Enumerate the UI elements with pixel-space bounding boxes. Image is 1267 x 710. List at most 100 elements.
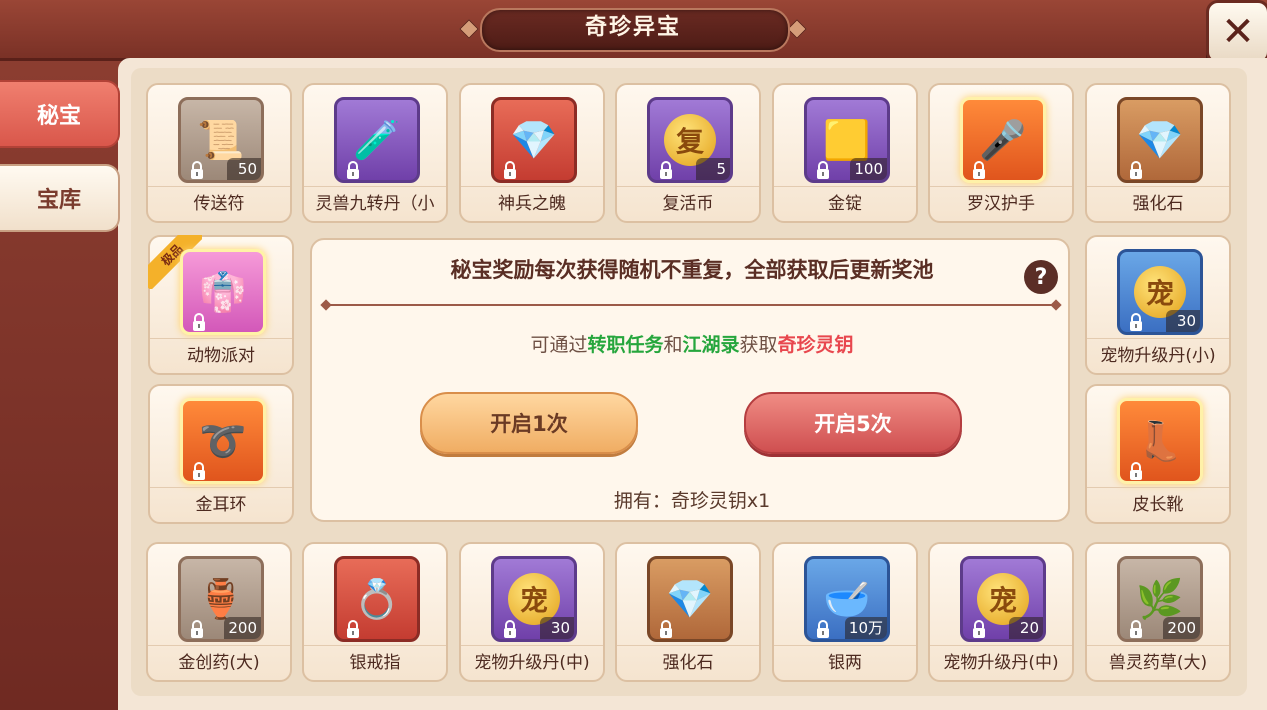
item-icon-frame: 💎 [1117,97,1203,183]
item-name: 罗汉护手 [930,186,1072,221]
tab-secret-treasure[interactable]: 秘宝 [0,80,120,148]
item-name: 金锭 [774,186,916,221]
item-icon-frame: 💎 [647,556,733,642]
reward-item[interactable]: 💍 银戒指 [302,542,448,682]
reward-item[interactable]: 宠 30 宠物升级丹(小) [1085,235,1231,375]
lock-icon [189,461,209,481]
help-icon[interactable]: ? [1024,260,1058,294]
item-icon-frame: 💎 [491,97,577,183]
item-name: 动物派对 [150,338,292,373]
item-name: 金创药(大) [148,645,290,680]
reward-item[interactable]: 📜 50 传送符 [146,83,292,223]
item-icon-frame: 宠 30 [1117,249,1203,335]
lock-icon [656,160,676,180]
earring-icon: ➰ [199,418,247,463]
item-count: 10万 [844,617,887,639]
enhance-stone-icon: 💎 [666,576,714,621]
reward-item[interactable]: 🟨 100 金锭 [772,83,918,223]
item-icon-frame: 👘 [180,249,266,335]
item-icon-frame: ➰ [180,398,266,484]
item-name: 宠物升级丹(中) [461,645,603,680]
item-icon-frame: 🧪 [334,97,420,183]
item-name: 宠物升级丹(中) [930,645,1072,680]
reward-item[interactable]: 💎 强化石 [1085,83,1231,223]
open-once-button[interactable]: 开启1次 [420,392,638,454]
item-name: 强化石 [1087,186,1229,221]
costume-icon: 👘 [199,269,247,314]
source-and: 和 [663,334,683,356]
crystal-icon: 💎 [510,117,558,162]
item-count: 100 [850,158,887,180]
source-prefix: 可通过 [530,334,588,356]
boots-icon: 👢 [1136,418,1184,463]
source-key-name: 奇珍灵钥 [777,334,854,356]
owned-keys-text: 拥有：奇珍灵钥x1 [613,490,771,512]
item-icon-frame: 🟨 100 [804,97,890,183]
item-count: 20 [1009,617,1043,639]
lock-icon [187,160,207,180]
item-name: 银戒指 [304,645,446,680]
reward-item[interactable]: 宠 30 宠物升级丹(中) [459,542,605,682]
silver-ring-icon: 💍 [353,576,401,621]
lock-icon [1126,461,1146,481]
item-name: 强化石 [617,645,759,680]
gauntlet-icon: 🎤 [979,117,1027,162]
window-title: 奇珍异宝 [584,15,681,40]
lock-icon [1126,312,1146,332]
item-icon-frame: 👢 [1117,398,1203,484]
lock-icon [813,619,833,639]
lock-icon [1126,619,1146,639]
item-name: 神兵之魄 [461,186,603,221]
reward-item[interactable]: 💎 神兵之魄 [459,83,605,223]
item-count: 200 [1163,617,1200,639]
reward-item[interactable]: 🧪 灵兽九转丹（小 [302,83,448,223]
item-icon-frame: 📜 50 [178,97,264,183]
lock-icon [969,619,989,639]
lock-icon [500,160,520,180]
reward-item[interactable]: 💎 强化石 [615,542,761,682]
item-name: 兽灵药草(大) [1087,645,1229,680]
item-name: 复活币 [617,186,759,221]
lock-icon [500,619,520,639]
lock-icon [656,619,676,639]
item-icon-frame: 🎤 [960,97,1046,183]
reward-item[interactable]: 🏺 200 金创药(大) [146,542,292,682]
pet-pill-icon: 🧪 [353,117,401,162]
reward-item[interactable]: ➰ 金耳环 [148,384,294,524]
item-icon-frame: 宠 20 [960,556,1046,642]
item-icon-frame: 复5 [647,97,733,183]
reward-item[interactable]: 👢 皮长靴 [1085,384,1231,524]
tab-treasury[interactable]: 宝库 [0,164,120,232]
reward-item[interactable]: 🎤 罗汉护手 [928,83,1074,223]
item-icon-frame: 宠 30 [491,556,577,642]
close-icon: ✕ [1221,9,1255,55]
divider [326,304,1056,306]
lock-icon [969,160,989,180]
reward-item[interactable]: 🌿 200 兽灵药草(大) [1085,542,1231,682]
item-count: 30 [540,617,574,639]
source-get: 获取 [739,334,778,356]
item-count: 30 [1166,310,1200,332]
draw-panel: 秘宝奖励每次获得随机不重复，全部获取后更新奖池 ? 可通过转职任务和江湖录获取奇… [310,238,1070,522]
item-icon-frame: 💍 [334,556,420,642]
item-name: 金耳环 [150,487,292,522]
lock-icon [1126,160,1146,180]
reward-item[interactable]: 复 5 复活币 [615,83,761,223]
open-five-button[interactable]: 开启5次 [744,392,962,454]
reward-item[interactable]: 极品 👘 动物派对 [148,235,294,375]
reward-item[interactable]: 🥣 10万 银两 [772,542,918,682]
item-name: 皮长靴 [1087,487,1229,522]
item-count: 50 [227,158,261,180]
close-button[interactable]: ✕ [1206,0,1267,64]
lock-icon [813,160,833,180]
item-count: 5 [696,158,730,180]
enhance-stone-icon: 💎 [1136,117,1184,162]
reward-item[interactable]: 宠 20 宠物升级丹(中) [928,542,1074,682]
item-name: 银两 [774,645,916,680]
item-icon-frame: 🌿 200 [1117,556,1203,642]
item-name: 宠物升级丹(小) [1087,338,1229,373]
item-icon-frame: 🏺 200 [178,556,264,642]
item-icon-frame: 🥣 10万 [804,556,890,642]
lock-icon [343,160,363,180]
item-name: 传送符 [148,186,290,221]
